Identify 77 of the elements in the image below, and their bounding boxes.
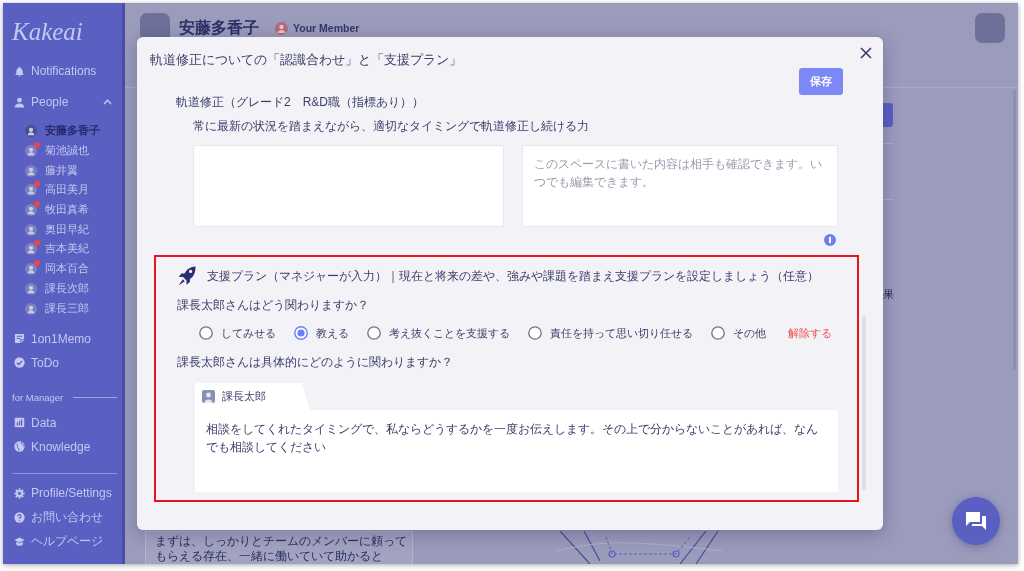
member-item[interactable]: 奥田早紀	[3, 219, 122, 240]
avatar-icon	[25, 243, 37, 256]
chat-icon	[965, 511, 987, 531]
nav-item[interactable]: Knowledge	[3, 434, 122, 459]
competency-title: 軌道修正（グレード2 R&D職（指標あり））	[176, 95, 424, 109]
question-label: 課長太郎さんはどう関わりますか？	[176, 298, 369, 312]
marker-icon[interactable]	[824, 234, 836, 246]
avatar-icon	[25, 223, 37, 236]
globe-icon	[14, 441, 25, 453]
clear-link[interactable]: 解除する	[788, 326, 832, 340]
member-item[interactable]: 牧田真希	[3, 200, 122, 220]
check-circle-icon	[14, 357, 25, 369]
avatar-icon	[25, 164, 37, 177]
note-field[interactable]: このスペースに書いた内容は相手も確認できます。いつでも編集できます。	[522, 145, 838, 227]
gear-icon	[14, 487, 25, 499]
nav-item[interactable]: 1on1Memo	[3, 326, 122, 351]
member-item[interactable]: 高田美月	[3, 180, 122, 201]
nav-item[interactable]: ヘルプページ	[3, 529, 122, 554]
nav-item[interactable]: Profile/Settings	[3, 481, 122, 506]
avatar-icon	[25, 145, 37, 158]
question-label: 課長太郎さんは具体的にどのように関わりますか？	[176, 355, 453, 369]
chat-button[interactable]	[952, 497, 1000, 545]
avatar-icon	[25, 204, 37, 217]
close-button[interactable]	[859, 46, 873, 60]
competency-description: 常に最新の状況を踏まえながら、適切なタイミングで軌道修正し続ける力	[193, 119, 589, 133]
avatar-icon	[25, 302, 37, 315]
radio-option[interactable]: 教える	[294, 326, 349, 340]
avatar-icon	[202, 390, 215, 403]
nav-item[interactable]: ToDo	[3, 350, 122, 375]
dialog-title: 軌道修正についての「認識合わせ」と「支援プラン」	[150, 52, 462, 68]
avatar-placeholder[interactable]	[975, 13, 1005, 43]
chevron-up-icon[interactable]	[103, 99, 112, 105]
person-icon	[275, 21, 288, 35]
section-label: for Manager	[12, 392, 64, 404]
person-icon	[14, 96, 25, 108]
avatar-icon	[25, 263, 37, 276]
nav-item[interactable]: お問い合わせ	[3, 505, 122, 530]
save-button[interactable]: 保存	[799, 68, 843, 95]
radio-button[interactable]	[294, 326, 308, 340]
memo-icon	[14, 333, 25, 345]
member-item[interactable]: 課長次郎	[3, 279, 122, 299]
background-text: 果	[883, 288, 895, 301]
radio-option[interactable]: 考え抜くことを支援する	[367, 326, 510, 340]
role-label: Your Member	[293, 22, 360, 34]
member-item[interactable]: 藤井翼	[3, 160, 122, 181]
app-logo: Kakeai	[10, 18, 83, 42]
radio-option[interactable]: 責任を持って思い切り任せる	[528, 326, 693, 340]
member-name: 安藤多香子	[179, 18, 259, 38]
radio-button[interactable]	[367, 326, 381, 340]
nav-item[interactable]: Notifications	[3, 59, 122, 83]
author-tab[interactable]: 課長太郎	[195, 383, 310, 410]
section-heading: 支援プラン（マネジャーが入力）｜現在と将来の差や、強みや課題を踏まえ支援プランを設定しましょう（任意）	[207, 269, 819, 283]
help-icon	[14, 511, 25, 523]
card-text: まずは、しっかりとチームのメンバーに頼ってもらえる存在、一緒に働いていて助かると	[155, 534, 408, 564]
avatar-icon	[25, 184, 37, 197]
rocket-icon	[178, 266, 196, 286]
bar-chart-icon	[14, 417, 25, 429]
radio-option[interactable]: してみせる	[199, 326, 276, 340]
avatar-icon	[25, 282, 37, 295]
graduation-cap-icon	[14, 535, 25, 547]
avatar-icon	[25, 125, 37, 138]
nav-item[interactable]: Data	[3, 410, 122, 435]
note-field[interactable]	[193, 145, 504, 227]
bell-icon	[14, 65, 25, 77]
member-item[interactable]: 菊池誠也	[3, 141, 122, 161]
radio-button[interactable]	[199, 326, 213, 340]
answer-field[interactable]: 相談をしてくれたタイミングで、私ならどうするかを一度お伝えします。その上で分からないことがあれば、なんでも相談してください	[195, 410, 838, 492]
close-icon	[860, 47, 872, 59]
radio-button[interactable]	[711, 326, 725, 340]
radio-button[interactable]	[528, 326, 542, 340]
nav-item[interactable]: People	[3, 90, 122, 114]
member-item[interactable]: 課長三郎	[3, 298, 122, 319]
member-item[interactable]: 吉本美紀	[3, 239, 122, 260]
radio-option[interactable]: その他	[711, 326, 766, 340]
member-item[interactable]: 安藤多香子	[3, 121, 122, 142]
author-name: 課長太郎	[222, 389, 266, 404]
member-item[interactable]: 岡本百合	[3, 259, 122, 279]
